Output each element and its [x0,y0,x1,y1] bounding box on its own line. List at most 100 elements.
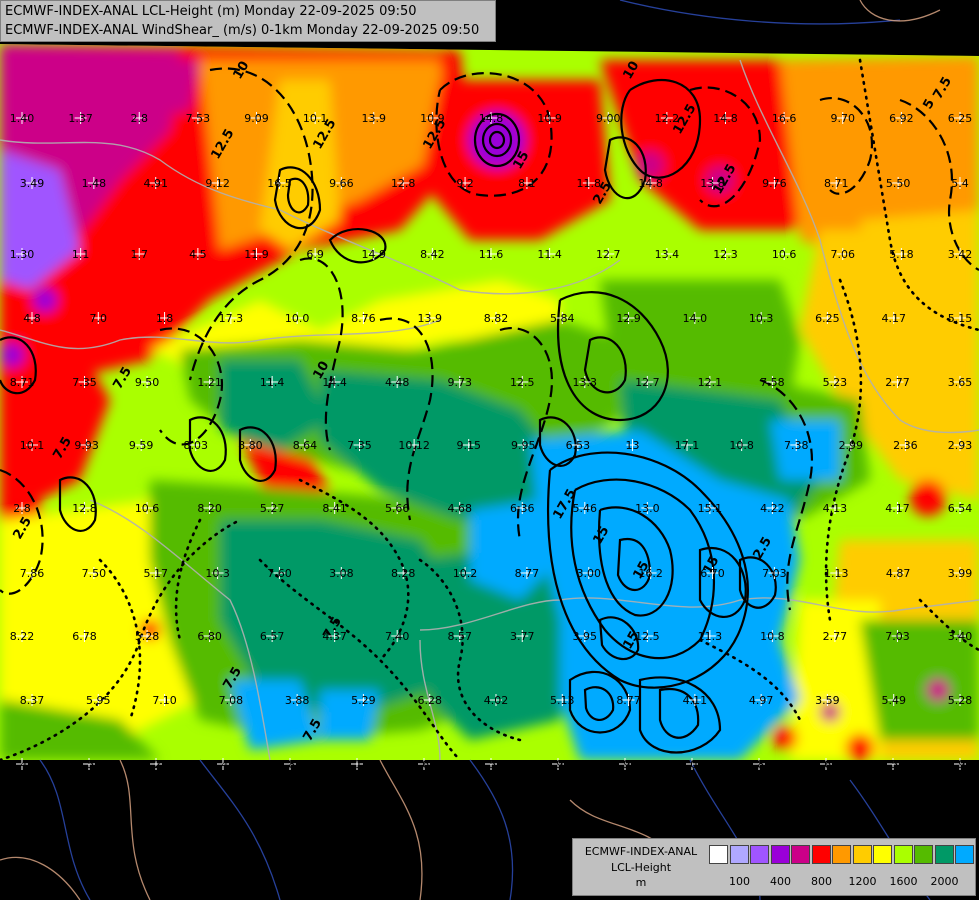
station-value: 6.9 [306,248,324,261]
station-value: 2.93 [948,439,973,452]
station-value: 5.50 [886,177,911,190]
station-value: 10.2 [453,567,478,580]
station-value: 8.77 [616,694,641,707]
legend-swatch [873,845,892,864]
station-value: 5.54 [479,758,504,771]
station-value: 6.78 [72,630,97,643]
station-value: 10.8 [760,630,785,643]
station-value: 6.00 [680,758,705,771]
legend-tick-label: 100 [729,875,750,888]
station-value: 14.8 [713,112,738,125]
station-value: 9.95 [511,439,536,452]
station-value: 5.27 [260,502,285,515]
station-value: 11.6 [479,248,504,261]
station-value: 12.7 [596,248,621,261]
station-value: 8.77 [515,567,540,580]
station-value: 1.48 [82,177,107,190]
station-value: 13.8 [700,177,725,190]
station-value: 6.80 [197,630,222,643]
station-value: 13 [625,439,639,452]
station-value: 13.3 [573,376,598,389]
station-value: 8.80 [238,439,263,452]
station-value: 4.92 [546,758,571,771]
station-value: 6.36 [510,502,535,515]
station-value: 1.1 [72,248,90,261]
station-value: 3.40 [948,630,973,643]
station-value: 9.66 [329,177,354,190]
station-value: 3.08 [329,567,354,580]
legend-tick-label: 800 [811,875,832,888]
station-value: 14.9 [362,248,387,261]
station-value: 9.2 [456,177,474,190]
station-value: 4.5 [189,248,207,261]
station-value: 7.25 [144,758,169,771]
map-title-box: ECMWF-INDEX-ANAL LCL-Height (m) Monday 2… [0,0,496,42]
station-value: 10.1 [20,439,45,452]
station-value: 16.6 [772,112,797,125]
station-value: 7.03 [762,567,787,580]
station-value: 12.3 [713,248,738,261]
station-value: 2.77 [885,376,910,389]
station-value: 17.1 [675,439,700,452]
station-value: 4.17 [881,312,906,325]
station-value: 8.82 [484,312,509,325]
station-value: 3.95 [573,630,598,643]
station-value: 3.88 [285,694,310,707]
station-value: 6.49 [211,758,236,771]
station-value: 7.58 [760,376,785,389]
legend-swatch [955,845,974,864]
legend-swatch [750,845,769,864]
station-value: 10.1 [303,112,328,125]
legend-swatch [791,845,810,864]
station-value: 5.84 [550,312,575,325]
station-value: 6.25 [815,312,840,325]
station-value: 10.12 [398,439,430,452]
station-value: 3.00 [577,567,602,580]
station-value: 3.42 [948,248,973,261]
station-value: 5.28 [948,694,973,707]
station-value: 11.4 [260,376,285,389]
station-value: 12.7 [635,376,660,389]
station-value: 8.41 [322,502,347,515]
station-value: 9.12 [205,177,230,190]
station-value: 16.2 [638,567,663,580]
station-value: 12.2 [655,112,680,125]
legend-tick-label: 1600 [889,875,918,888]
station-value: 7.35 [347,439,372,452]
station-value: 4.89 [278,758,303,771]
station-value: 8.71 [10,376,35,389]
legend-tick-label: 400 [770,875,791,888]
legend-swatch [914,845,933,864]
station-value: 9.70 [831,112,856,125]
legend-swatch [832,845,851,864]
station-value: 13.4 [655,248,680,261]
station-value: 4.87 [886,567,911,580]
title-line-windshear: ECMWF-INDEX-ANAL WindShear_ (m/s) 0-1km … [5,23,480,38]
color-legend: ECMWF-INDEX-ANAL LCL-Height m 100 400 800 1… [572,838,976,896]
station-value: 7.86 [20,567,45,580]
station-value: 6.52 [77,758,102,771]
station-value: 5.29 [351,694,376,707]
station-value: 10.6 [772,248,797,261]
station-value: 5.46 [573,502,598,515]
station-value: 17.3 [219,312,244,325]
station-value: 7.50 [82,567,107,580]
station-value: 3.49 [20,177,45,190]
station-value: 1.37 [68,112,93,125]
station-value: 5.62 [412,758,437,771]
station-value: 4.91 [143,177,168,190]
station-value: 2.77 [823,630,848,643]
station-value: 5.49 [881,694,906,707]
station-value: 8.1 [518,177,536,190]
station-value: 12.8 [72,502,97,515]
station-value: 12.8 [391,177,416,190]
station-value: 4.22 [760,502,785,515]
station-value: 10.9 [537,112,562,125]
station-value: 5.23 [823,376,848,389]
station-value: 8.22 [10,630,35,643]
station-value: 11.3 [698,630,723,643]
station-value: 5.28 [135,630,160,643]
station-value: 7.53 [186,112,211,125]
station-value: 7.06 [831,248,856,261]
station-value: 5.17 [143,567,168,580]
